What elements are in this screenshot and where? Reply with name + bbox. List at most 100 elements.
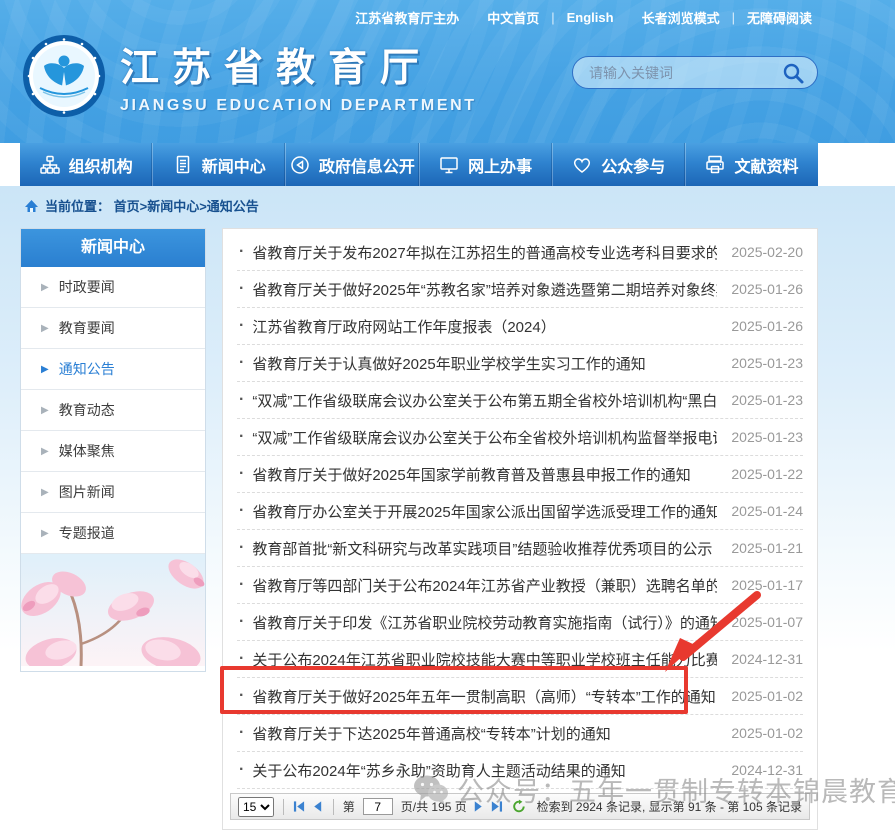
news-doc-icon [173,155,193,175]
divider [283,799,284,815]
list-item[interactable]: · 省教育厅关于下达2025年普通高校“专转本”计划的通知 2025-01-02 [237,715,803,752]
news-title[interactable]: 省教育厅关于认真做好2025年职业学校学生实习工作的通知 [252,353,717,374]
sidebar-item-1[interactable]: ▶ 时政要闻 [21,267,205,308]
sidebar-item-2[interactable]: ▶ 教育要闻 [21,308,205,349]
news-date: 2025-02-20 [731,244,803,260]
list-item[interactable]: · 关于公布2024年江苏省职业院校技能大赛中等职业学校班主任能力比赛获奖 20… [237,641,803,678]
sidebar-item-label: 教育动态 [59,400,115,420]
page-label-prefix: 第 [343,798,355,815]
news-title[interactable]: 省教育厅关于发布2027年拟在江苏招生的普通高校专业选考科目要求的公告 [252,242,717,263]
page-label-suffix: 页/共 195 页 [401,798,467,815]
record-count-status: 检索到 2924 条记录, 显示第 91 条 - 第 105 条记录 [537,798,802,815]
topbar-link-5[interactable]: 无障碍阅读 [747,8,812,27]
list-item[interactable]: · 省教育厅关于认真做好2025年职业学校学生实习工作的通知 2025-01-2… [237,345,803,382]
nav-item-label: 组织机构 [69,153,133,177]
topbar-link-2[interactable]: 中文首页 [487,8,539,27]
news-title[interactable]: 省教育厅关于做好2025年国家学前教育普及普惠县申报工作的通知 [252,464,717,485]
topbar-divider: | [551,10,554,25]
list-item[interactable]: · 关于公布2024年“苏乡永助”资助育人主题活动结果的通知 2024-12-3… [237,752,803,789]
news-title[interactable]: 关于公布2024年“苏乡永助”资助育人主题活动结果的通知 [252,760,717,781]
main-nav: 组织机构新闻中心政府信息公开网上办事 公众参与文献资料 [20,143,818,186]
news-title[interactable]: 省教育厅等四部门关于公布2024年江苏省产业教授（兼职）选聘名单的通知 [252,575,717,596]
list-item-highlighted[interactable]: · 省教育厅关于做好2025年五年一贯制高职（高师）“专转本”工作的通知 202… [237,678,803,715]
page-number-input[interactable] [363,798,393,815]
list-item[interactable]: · 省教育厅等四部门关于公布2024年江苏省产业教授（兼职）选聘名单的通知 20… [237,567,803,604]
sidebar: 新闻中心 ▶ 时政要闻 ▶ 教育要闻 ▶ 通知公告 ▶ 教育动态 ▶ 媒体聚焦 … [20,228,206,672]
nav-item-2[interactable]: 新闻中心 [153,143,286,186]
nav-item-6[interactable]: 文献资料 [686,143,818,186]
news-date: 2025-01-07 [731,614,803,630]
news-title[interactable]: 省教育厅关于做好2025年“苏教名家”培养对象遴选暨第二期培养对象终期... [252,279,717,300]
list-item[interactable]: · 省教育厅关于做好2025年“苏教名家”培养对象遴选暨第二期培养对象终期...… [237,271,803,308]
bullet-icon: · [239,428,244,446]
list-item[interactable]: · “双减”工作省级联席会议办公室关于公布第五期全省校外培训机构“黑白名单...… [237,382,803,419]
news-title[interactable]: “双减”工作省级联席会议办公室关于公布第五期全省校外培训机构“黑白名单... [252,390,717,411]
bullet-icon: · [239,576,244,594]
page-title: 江苏省教育厅 [120,37,477,93]
news-title[interactable]: 省教育厅办公室关于开展2025年国家公派出国留学选派受理工作的通知 [252,501,717,522]
news-title[interactable]: “双减”工作省级联席会议办公室关于公布全省校外培训机构监督举报电话的公... [252,427,717,448]
nav-item-1[interactable]: 组织机构 [20,143,153,186]
list-item[interactable]: · “双减”工作省级联席会议办公室关于公布全省校外培训机构监督举报电话的公...… [237,419,803,456]
monitor-icon [439,155,459,175]
news-title[interactable]: 关于公布2024年江苏省职业院校技能大赛中等职业学校班主任能力比赛获奖 [252,649,717,670]
breadcrumb-text[interactable]: 当前位置： 首页>新闻中心>通知公告 [45,196,259,215]
list-item[interactable]: · 省教育厅关于印发《江苏省职业院校劳动教育实施指南（试行）》的通知 2025-… [237,604,803,641]
jiangsu-education-logo-icon [22,34,106,118]
sidebar-item-4[interactable]: ▶ 教育动态 [21,390,205,431]
sidebar-item-label: 教育要闻 [59,318,115,338]
nav-item-3[interactable]: 政府信息公开 [286,143,419,186]
bullet-icon: · [239,317,244,335]
page-subtitle: JIANGSU EDUCATION DEPARTMENT [120,97,477,115]
sidebar-item-6[interactable]: ▶ 图片新闻 [21,472,205,513]
triangle-bullet-icon: ▶ [41,528,49,539]
sidebar-item-label: 媒体聚焦 [59,441,115,461]
nav-item-5[interactable]: 公众参与 [553,143,686,186]
news-date: 2025-01-17 [731,577,803,593]
divider [333,799,334,815]
page-size-select[interactable]: 15 [238,797,274,817]
triangle-bullet-icon: ▶ [41,364,49,375]
search-input[interactable] [589,65,781,81]
news-title[interactable]: 省教育厅关于印发《江苏省职业院校劳动教育实施指南（试行）》的通知 [252,612,717,633]
bullet-icon: · [239,243,244,261]
last-page-button[interactable] [490,800,503,813]
triangle-bullet-icon: ▶ [41,282,49,293]
next-page-button[interactable] [472,800,485,813]
search-icon[interactable] [781,61,805,85]
first-page-button[interactable] [293,800,306,813]
news-date: 2024-12-31 [731,651,803,667]
news-title[interactable]: 教育部首批“新文科研究与改革实践项目”结题验收推荐优秀项目的公示 [252,538,717,559]
bullet-icon: · [239,354,244,372]
bullet-icon: · [239,613,244,631]
triangle-bullet-icon: ▶ [41,405,49,416]
list-item[interactable]: · 省教育厅关于做好2025年国家学前教育普及普惠县申报工作的通知 2025-0… [237,456,803,493]
topbar-link-1[interactable]: 江苏省教育厅主办 [355,8,459,27]
nav-item-4[interactable]: 网上办事 [420,143,553,186]
bullet-icon: · [239,502,244,520]
news-title[interactable]: 省教育厅关于下达2025年普通高校“专转本”计划的通知 [252,723,717,744]
previous-page-button[interactable] [311,800,324,813]
news-date: 2025-01-23 [731,355,803,371]
list-item[interactable]: · 省教育厅办公室关于开展2025年国家公派出国留学选派受理工作的通知 2025… [237,493,803,530]
news-title[interactable]: 省教育厅关于做好2025年五年一贯制高职（高师）“专转本”工作的通知 [252,686,717,707]
sidebar-item-3[interactable]: ▶ 通知公告 [21,349,205,390]
archive-icon [705,155,725,175]
list-item[interactable]: · 教育部首批“新文科研究与改革实践项目”结题验收推荐优秀项目的公示 2025-… [237,530,803,567]
sidebar-item-7[interactable]: ▶ 专题报道 [21,513,205,554]
nav-item-label: 公众参与 [601,153,665,177]
logo-area: 江苏省教育厅 JIANGSU EDUCATION DEPARTMENT [22,34,477,118]
news-date: 2025-01-24 [731,503,803,519]
list-item[interactable]: · 省教育厅关于发布2027年拟在江苏招生的普通高校专业选考科目要求的公告 20… [237,234,803,271]
magnolia-flowers-image [21,554,205,666]
news-date: 2025-01-26 [731,281,803,297]
topbar-link-4[interactable]: 长者浏览模式 [642,8,720,27]
refresh-icon[interactable] [512,799,526,814]
news-title[interactable]: 江苏省教育厅政府网站工作年度报表（2024） [252,316,717,337]
bullet-icon: · [239,724,244,742]
bullet-icon: · [239,539,244,557]
sidebar-item-5[interactable]: ▶ 媒体聚焦 [21,431,205,472]
list-item[interactable]: · 江苏省教育厅政府网站工作年度报表（2024） 2025-01-26 [237,308,803,345]
topbar-link-3[interactable]: English [567,10,614,25]
bullet-icon: · [239,650,244,668]
